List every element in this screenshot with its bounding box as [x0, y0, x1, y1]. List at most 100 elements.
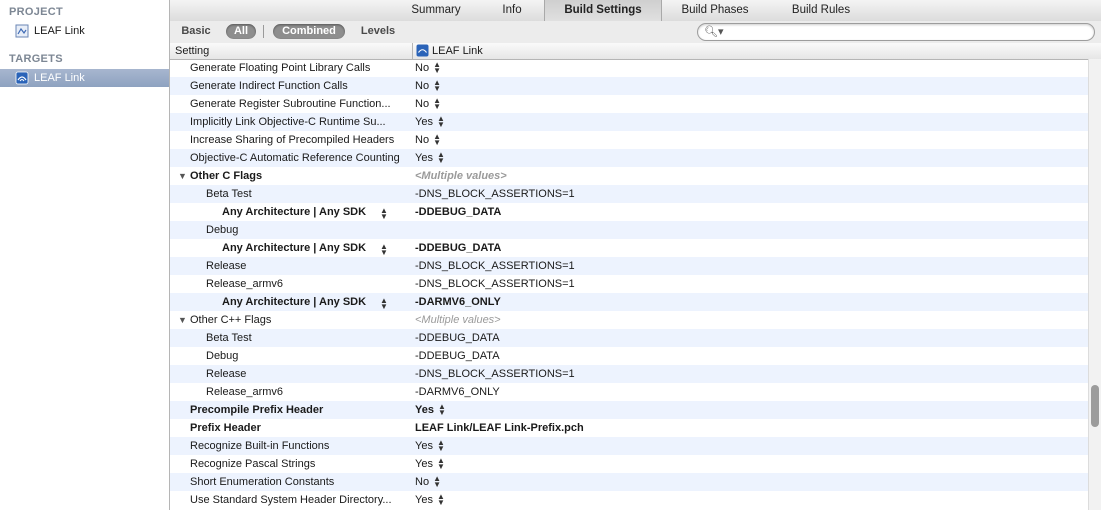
settings-row[interactable]: Any Architecture | Any SDK ▲ ▼ -DDEBUG_DATA — [170, 239, 1088, 257]
settings-row[interactable]: Debug — [170, 221, 1088, 239]
settings-row[interactable]: Generate Register Subroutine Function...… — [170, 95, 1088, 113]
setting-value-text: No — [415, 98, 430, 110]
setting-value[interactable]: LEAF Link/LEAF Link-Prefix.pch — [415, 419, 584, 437]
setting-value[interactable]: No ▲ ▼ — [415, 131, 441, 149]
settings-row[interactable]: Beta Test -DNS_BLOCK_ASSERTIONS=1 — [170, 185, 1088, 203]
setting-name: Generate Floating Point Library Calls — [190, 62, 371, 74]
settings-row[interactable]: Any Architecture | Any SDK ▲ ▼ -DDEBUG_DATA — [170, 203, 1088, 221]
settings-row[interactable]: Implicitly Link Objective-C Runtime Su..… — [170, 113, 1088, 131]
tab-info[interactable]: Info — [482, 0, 542, 21]
value-popup-icon[interactable]: ▲ ▼ — [433, 475, 441, 489]
setting-value[interactable]: Yes ▲ ▼ — [415, 455, 445, 473]
settings-row[interactable]: Increase Sharing of Precompiled Headers N… — [170, 131, 1088, 149]
combined-view-button[interactable]: Combined — [273, 24, 345, 39]
settings-row[interactable]: Release -DNS_BLOCK_ASSERTIONS=1 — [170, 365, 1088, 383]
setting-value[interactable]: -DDEBUG_DATA — [415, 239, 501, 257]
setting-name: Beta Test — [206, 332, 252, 344]
column-divider[interactable] — [412, 43, 413, 59]
settings-group-row[interactable]: ▼ Other C++ Flags <Multiple values> — [170, 311, 1088, 329]
settings-row[interactable]: Debug -DDEBUG_DATA — [170, 347, 1088, 365]
setting-value[interactable]: -DNS_BLOCK_ASSERTIONS=1 — [415, 185, 575, 203]
value-popup-icon[interactable]: ▲ ▼ — [433, 133, 441, 147]
settings-row[interactable]: Short Enumeration Constants No ▲ ▼ — [170, 473, 1088, 491]
condition-popup-icon[interactable]: ▲ ▼ — [380, 243, 388, 257]
setting-value-text: -DDEBUG_DATA — [415, 242, 502, 254]
settings-row[interactable]: Generate Floating Point Library Calls No ▲… — [170, 59, 1088, 77]
settings-row[interactable]: Use Standard System Header Directory... Y… — [170, 491, 1088, 509]
setting-name: Recognize Built-in Functions — [190, 440, 330, 452]
settings-column-header: Setting LEAF Link — [170, 43, 1101, 60]
settings-row[interactable]: Objective-C Automatic Reference Counting… — [170, 149, 1088, 167]
value-popup-icon[interactable]: ▲ ▼ — [437, 115, 445, 129]
target-column-label[interactable]: LEAF Link — [432, 43, 483, 59]
settings-row[interactable]: Any Architecture | Any SDK ▲ ▼ -DARMV6_ONLY — [170, 293, 1088, 311]
setting-value[interactable]: -DDEBUG_DATA — [415, 329, 500, 347]
condition-popup-icon[interactable]: ▲ ▼ — [380, 207, 388, 221]
setting-value[interactable]: No ▲ ▼ — [415, 473, 441, 491]
tab-build-rules[interactable]: Build Rules — [776, 0, 866, 21]
setting-value[interactable]: No ▲ ▼ — [415, 59, 441, 77]
setting-value-text: -DARMV6_ONLY — [415, 296, 501, 308]
setting-value[interactable]: <Multiple values> — [415, 311, 501, 329]
setting-value[interactable]: Yes ▲ ▼ — [415, 401, 446, 419]
setting-value[interactable]: -DARMV6_ONLY — [415, 383, 500, 401]
setting-value[interactable]: Yes ▲ ▼ — [415, 437, 445, 455]
value-popup-icon[interactable]: ▲ ▼ — [433, 79, 441, 93]
setting-value[interactable]: -DNS_BLOCK_ASSERTIONS=1 — [415, 275, 575, 293]
setting-value-text: No — [415, 80, 430, 92]
setting-value[interactable]: <Multiple values> — [415, 167, 507, 185]
settings-row[interactable]: Precompile Prefix Header Yes ▲ ▼ — [170, 401, 1088, 419]
tab-build-phases[interactable]: Build Phases — [666, 0, 764, 21]
app-target-icon — [15, 71, 29, 85]
filter-basic-button[interactable]: Basic — [178, 24, 214, 39]
settings-row[interactable]: Prefix Header LEAF Link/LEAF Link-Prefix.… — [170, 419, 1088, 437]
setting-value-text: Yes — [415, 458, 433, 470]
setting-value[interactable]: -DDEBUG_DATA — [415, 347, 500, 365]
setting-value[interactable]: -DNS_BLOCK_ASSERTIONS=1 — [415, 257, 575, 275]
setting-value-text: -DDEBUG_DATA — [415, 206, 502, 218]
vertical-scrollbar[interactable] — [1088, 59, 1101, 510]
setting-name: Short Enumeration Constants — [190, 476, 335, 488]
value-popup-icon[interactable]: ▲ ▼ — [437, 439, 445, 453]
value-popup-icon[interactable]: ▲ ▼ — [433, 97, 441, 111]
disclosure-triangle-icon[interactable]: ▼ — [178, 311, 187, 329]
setting-value-text: <Multiple values> — [415, 314, 501, 326]
filter-all-button[interactable]: All — [226, 24, 256, 39]
settings-group-row[interactable]: ▼ Other C Flags <Multiple values> — [170, 167, 1088, 185]
project-item[interactable]: LEAF Link — [0, 22, 169, 40]
settings-row[interactable]: Recognize Built-in Functions Yes ▲ ▼ — [170, 437, 1088, 455]
setting-value[interactable]: -DDEBUG_DATA — [415, 203, 501, 221]
setting-value[interactable]: No ▲ ▼ — [415, 77, 441, 95]
condition-popup-icon[interactable]: ▲ ▼ — [380, 297, 388, 311]
tab-summary[interactable]: Summary — [396, 0, 476, 21]
tab-build-settings[interactable]: Build Settings — [544, 0, 662, 21]
value-popup-icon[interactable]: ▲ ▼ — [437, 457, 445, 471]
setting-value[interactable]: Yes ▲ ▼ — [415, 113, 445, 131]
levels-view-button[interactable]: Levels — [354, 24, 402, 39]
settings-row[interactable]: Beta Test -DDEBUG_DATA — [170, 329, 1088, 347]
setting-value[interactable]: Yes ▲ ▼ — [415, 491, 445, 509]
setting-name: Increase Sharing of Precompiled Headers — [190, 134, 395, 146]
settings-row[interactable]: Release -DNS_BLOCK_ASSERTIONS=1 — [170, 257, 1088, 275]
settings-row[interactable]: Recognize Pascal Strings Yes ▲ ▼ — [170, 455, 1088, 473]
setting-name: Recognize Pascal Strings — [190, 458, 316, 470]
settings-row[interactable]: Release_armv6 -DARMV6_ONLY — [170, 383, 1088, 401]
setting-name: Any Architecture | Any SDK — [222, 242, 367, 254]
settings-row[interactable]: Release_armv6 -DNS_BLOCK_ASSERTIONS=1 — [170, 275, 1088, 293]
setting-value[interactable]: -DARMV6_ONLY — [415, 293, 501, 311]
setting-value-text: -DNS_BLOCK_ASSERTIONS=1 — [415, 188, 575, 200]
setting-column-label[interactable]: Setting — [175, 43, 209, 59]
settings-row[interactable]: Generate Indirect Function Calls No ▲ ▼ — [170, 77, 1088, 95]
scrollbar-thumb[interactable] — [1091, 385, 1099, 427]
setting-value[interactable]: Yes ▲ ▼ — [415, 149, 445, 167]
setting-value-text: LEAF Link/LEAF Link-Prefix.pch — [415, 422, 584, 434]
disclosure-triangle-icon[interactable]: ▼ — [178, 167, 187, 185]
value-popup-icon[interactable]: ▲ ▼ — [437, 151, 445, 165]
value-popup-icon[interactable]: ▲ ▼ — [438, 403, 446, 417]
value-popup-icon[interactable]: ▲ ▼ — [433, 61, 441, 75]
value-popup-icon[interactable]: ▲ ▼ — [437, 493, 445, 507]
target-item[interactable]: LEAF Link — [0, 69, 169, 87]
settings-search-field[interactable]: 🔍︎▾ — [697, 23, 1095, 41]
setting-value[interactable]: -DNS_BLOCK_ASSERTIONS=1 — [415, 365, 575, 383]
setting-value[interactable]: No ▲ ▼ — [415, 95, 441, 113]
